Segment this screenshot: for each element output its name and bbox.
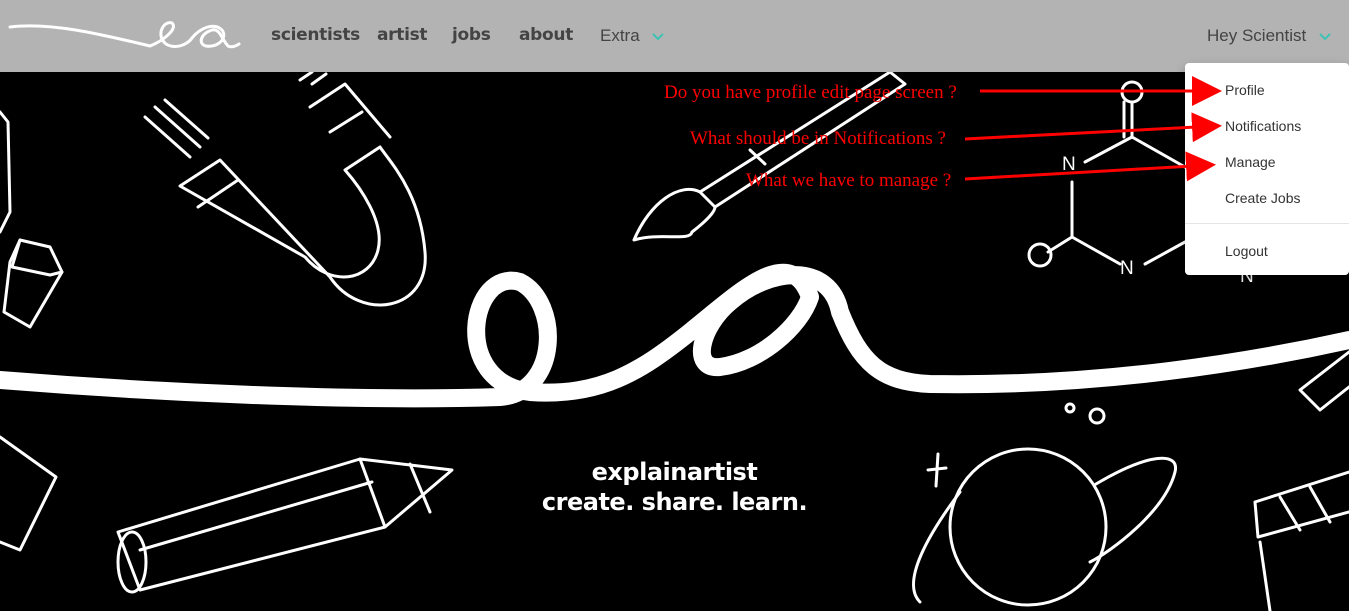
hero-banner: explainartist create. share. learn. N N …: [0, 72, 1349, 611]
nav-about[interactable]: about: [519, 25, 573, 45]
hero-illustration: [0, 72, 1349, 611]
dropdown-logout[interactable]: Logout: [1225, 243, 1268, 259]
ea-swoosh: [0, 263, 1349, 408]
magnet-icon: [143, 72, 427, 307]
annotation-manage: What we have to manage ?: [746, 170, 952, 191]
ea-logo[interactable]: [0, 0, 250, 72]
test-tube-icon: [1298, 350, 1349, 412]
chevron-down-icon[interactable]: [1319, 32, 1331, 41]
tagline-brand: explainartist: [591, 458, 758, 486]
nav-jobs[interactable]: jobs: [452, 25, 491, 45]
annotation-notifications: What should be in Notifications ?: [690, 128, 946, 149]
dropdown-profile[interactable]: Profile: [1225, 82, 1265, 98]
nav-artist[interactable]: artist: [377, 25, 428, 45]
user-dropdown-menu: Profile Notifications Manage Create Jobs…: [1185, 63, 1349, 275]
dropdown-divider: [1185, 223, 1349, 224]
nav-extra-dropdown[interactable]: Extra: [600, 26, 640, 46]
molecule-icon: [1027, 80, 1187, 268]
crystal-icon: [0, 110, 64, 329]
dropdown-notifications[interactable]: Notifications: [1225, 118, 1301, 134]
chevron-down-icon[interactable]: [652, 32, 664, 41]
top-navbar: scientists artist jobs about Extra Hey S…: [0, 0, 1349, 72]
annotation-profile: Do you have profile edit page screen ?: [664, 82, 957, 103]
dropdown-manage[interactable]: Manage: [1225, 154, 1276, 170]
user-menu-toggle[interactable]: Hey Scientist: [1207, 26, 1306, 46]
nav-scientists[interactable]: scientists: [271, 25, 360, 45]
tagline-slogan: create. share. learn.: [541, 488, 808, 516]
molecule-n-label: N: [1062, 154, 1076, 175]
molecule-n-label: N: [1120, 258, 1134, 279]
dropdown-create-jobs[interactable]: Create Jobs: [1225, 190, 1300, 206]
